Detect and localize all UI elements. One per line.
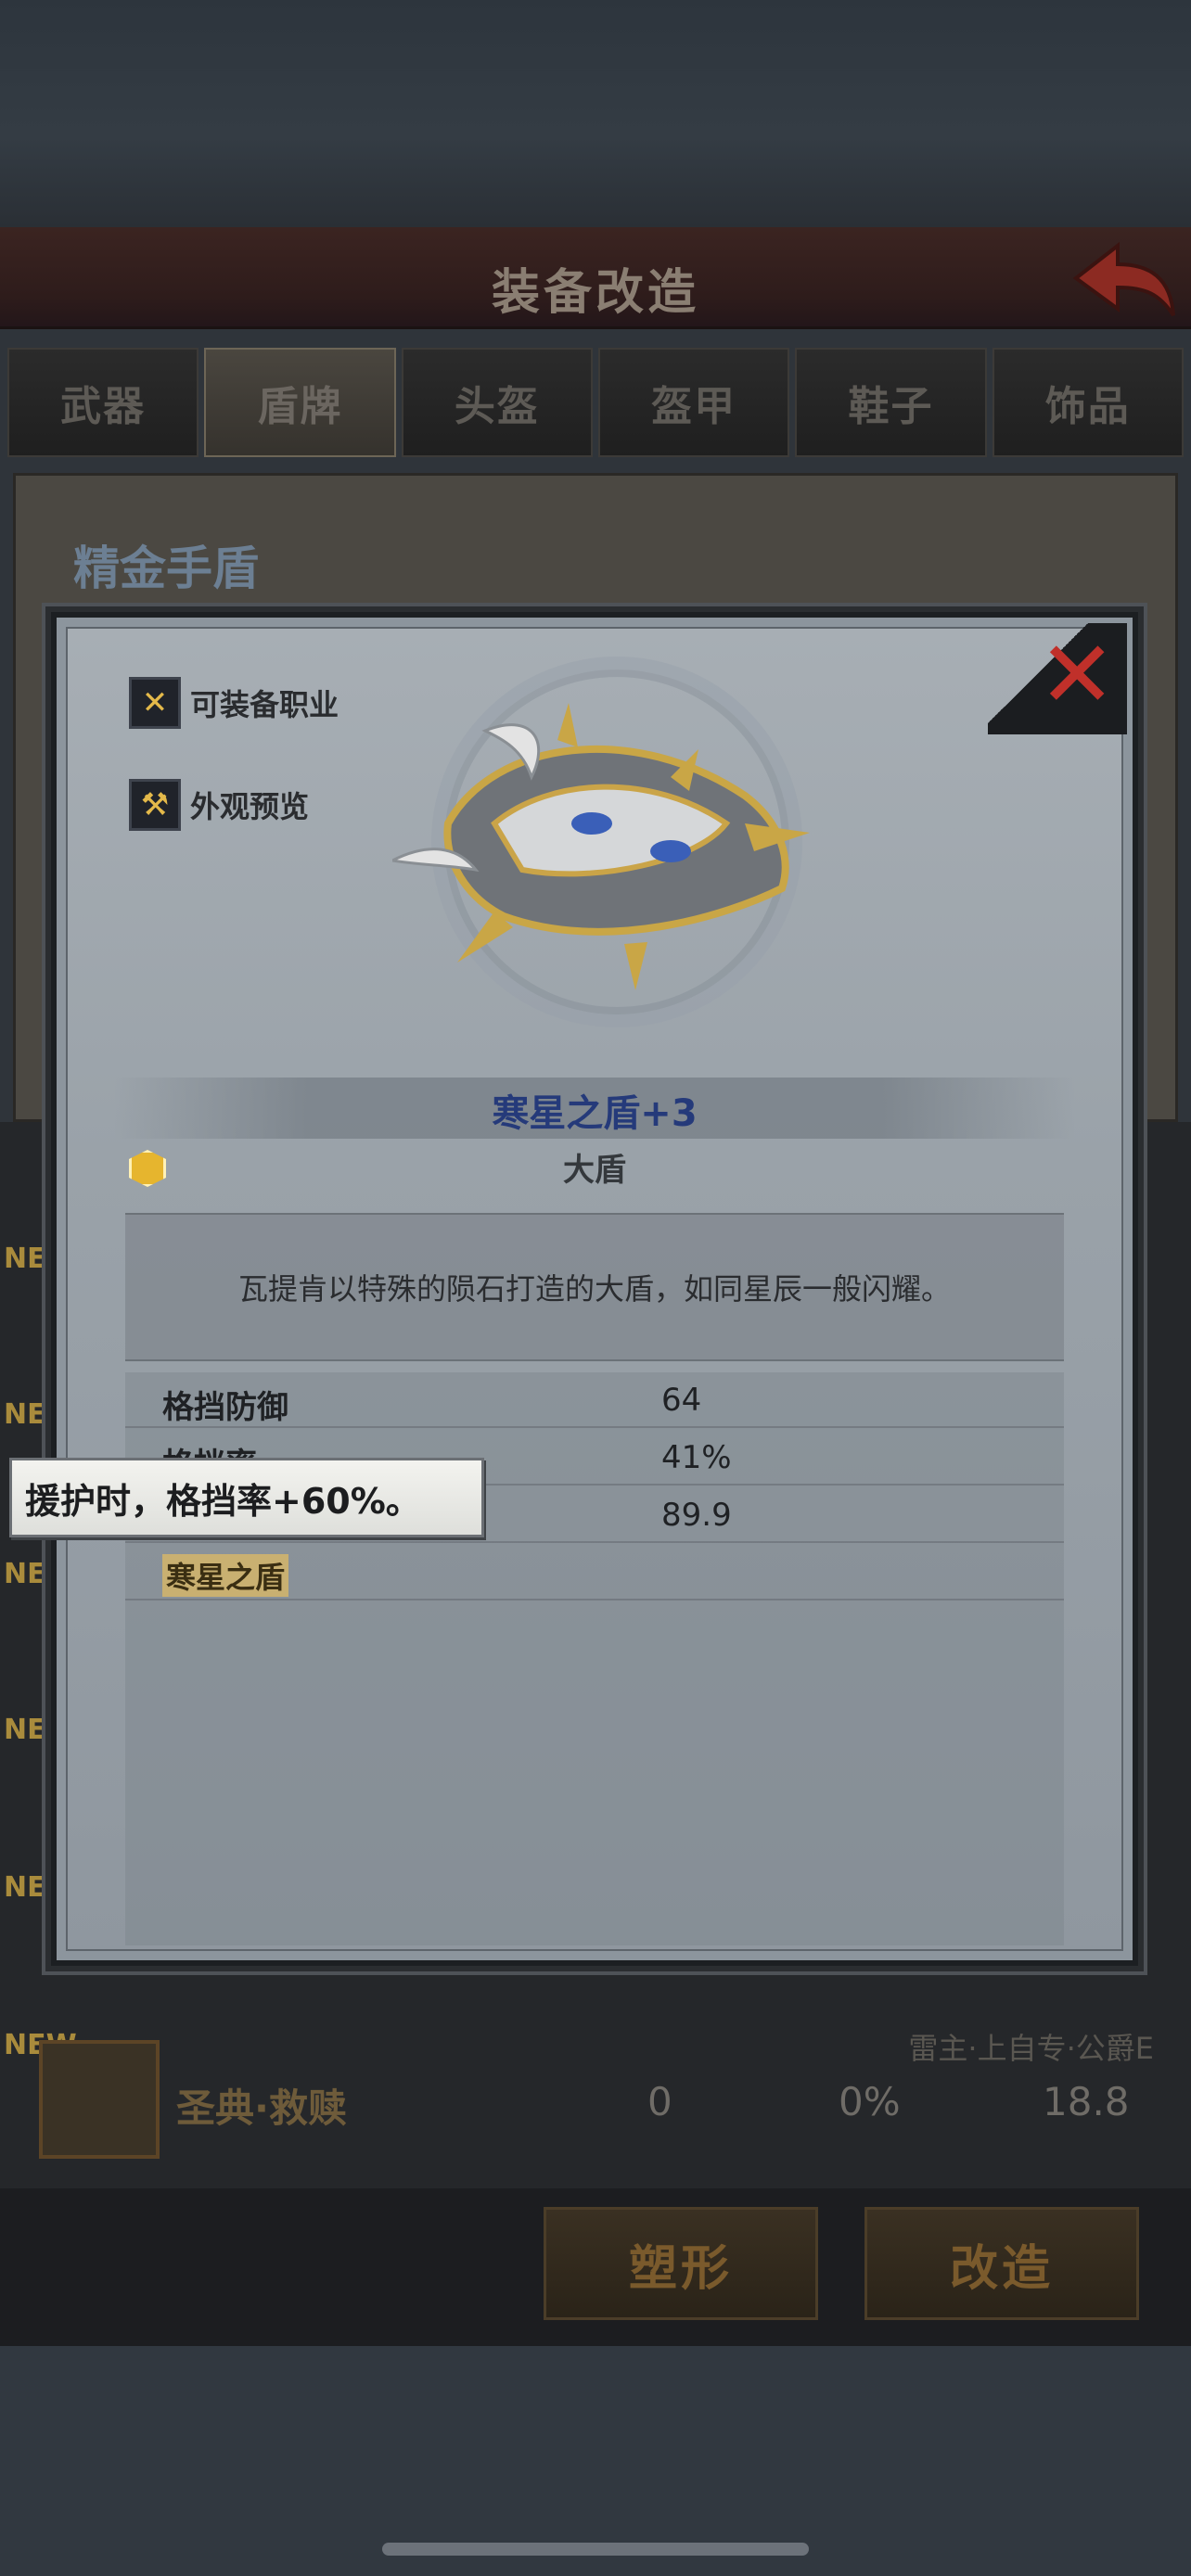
item-info-modal: ✕ 可装备职业 ⚒ 外观预览 ✕ 寒星之盾+3 大盾 瓦提肯以特殊的陨石打造的大…	[51, 612, 1138, 1966]
tab-helmet[interactable]: 头盔	[401, 348, 593, 457]
skill-name[interactable]: 寒星之盾	[162, 1554, 289, 1597]
home-indicator[interactable]	[382, 2543, 809, 2556]
tab-armor[interactable]: 盔甲	[597, 348, 790, 457]
crossed-tools-icon: ✕	[129, 677, 181, 729]
page-title: 装备改造	[491, 265, 699, 321]
stat-value: 41%	[661, 1439, 732, 1476]
shield-icon	[392, 703, 810, 990]
equipment-tabs: 武器 盾牌 头盔 盔甲 鞋子 饰品	[7, 348, 1184, 457]
skill-tooltip: 援护时，格挡率+60%。	[9, 1458, 484, 1537]
tab-shield[interactable]: 盾牌	[204, 348, 396, 457]
modal-body: ✕ 可装备职业 ⚒ 外观预览 ✕ 寒星之盾+3 大盾 瓦提肯以特殊的陨石打造的大…	[66, 623, 1127, 1951]
item-title: 寒星之盾+3	[492, 1092, 698, 1135]
tab-weapon[interactable]: 武器	[7, 348, 199, 457]
top-background	[0, 0, 1191, 227]
close-button[interactable]: ✕	[988, 623, 1127, 734]
background-item-name: 精金手盾	[73, 542, 259, 595]
list-item-value: 0	[647, 2079, 672, 2124]
reshape-button[interactable]: 塑形	[544, 2207, 818, 2320]
item-thumbnail	[39, 2040, 160, 2159]
appearance-preview-label: 外观预览	[190, 789, 310, 824]
list-item-tags: 雷主·上自专·公爵E	[908, 2031, 1154, 2066]
stat-label: 格挡防御	[162, 1389, 288, 1426]
item-description: 瓦提肯以特殊的陨石打造的大盾，如同星辰一般闪耀。	[237, 1271, 951, 1307]
list-item[interactable]: 圣典·救赎 0 0% 18.8 雷主·上自专·公爵E	[0, 2012, 1191, 2179]
close-icon: ✕	[1038, 620, 1116, 729]
list-item-name: 圣典·救赎	[176, 2085, 347, 2131]
stat-value: 64	[661, 1382, 702, 1419]
tooltip-text: 援护时，格挡率+60%。	[25, 1480, 421, 1522]
appearance-icon: ⚒	[129, 779, 181, 831]
equippable-classes-label: 可装备职业	[190, 687, 339, 722]
equippable-classes-button[interactable]: ✕ 可装备职业	[129, 677, 339, 729]
bottom-background	[0, 2346, 1191, 2576]
modify-button[interactable]: 改造	[864, 2207, 1139, 2320]
back-arrow-icon[interactable]	[1067, 236, 1178, 325]
appearance-preview-button[interactable]: ⚒ 外观预览	[129, 779, 309, 831]
list-item-value: 0%	[839, 2079, 901, 2124]
item-description-box: 瓦提肯以特殊的陨石打造的大盾，如同星辰一般闪耀。	[125, 1213, 1064, 1361]
header: 装备改造	[0, 227, 1191, 329]
tab-accessory[interactable]: 饰品	[992, 348, 1184, 457]
stat-value: 89.9	[661, 1497, 732, 1534]
item-type: 大盾	[563, 1152, 626, 1189]
stat-row: 格挡防御 64	[125, 1372, 1064, 1428]
list-item-value: 18.8	[1043, 2079, 1130, 2124]
tab-shoes[interactable]: 鞋子	[795, 348, 987, 457]
skill-row[interactable]: 寒星之盾	[125, 1545, 1064, 1600]
